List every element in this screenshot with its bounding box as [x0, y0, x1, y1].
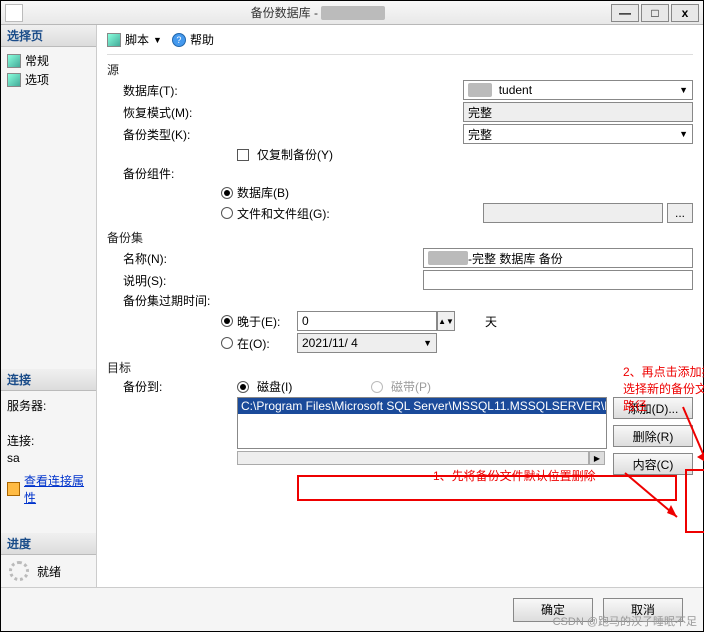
conn-value: sa — [3, 451, 94, 471]
sidebar-item-options[interactable]: 选项 — [3, 70, 94, 89]
script-button[interactable]: 脚本 ▼ — [107, 31, 162, 48]
disk-radio[interactable] — [237, 381, 249, 393]
page-icon — [7, 73, 21, 87]
chevron-down-icon: ▼ — [679, 129, 688, 139]
script-icon — [107, 33, 121, 47]
component-db-radio[interactable] — [221, 187, 233, 199]
expire-after-label: 晚于(E): — [237, 313, 297, 330]
fg-value — [483, 203, 663, 223]
minimize-button[interactable]: — — [611, 4, 639, 22]
tape-label: 磁带(P) — [391, 378, 431, 395]
component-fg-radio[interactable] — [221, 207, 233, 219]
desc-input[interactable] — [423, 270, 693, 290]
remove-button[interactable]: 删除(R) — [613, 425, 693, 447]
contents-button[interactable]: 内容(C) — [613, 453, 693, 475]
server-label: 服务器: — [3, 395, 94, 416]
backup-to-label: 备份到: — [107, 378, 237, 395]
sidebar: 选择页 常规 选项 连接 服务器: 连接: sa 查看连接属性 进度 — [1, 25, 97, 587]
title-bar: 备份数据库 - XXXXXXXX — □ x — [1, 1, 703, 25]
connection-header: 连接 — [1, 369, 96, 391]
expire-after-input[interactable]: 0 — [297, 311, 437, 331]
help-button[interactable]: ? 帮助 — [172, 31, 214, 48]
desc-label: 说明(S): — [107, 272, 237, 289]
expire-after-radio[interactable] — [221, 315, 233, 327]
component-label: 备份组件: — [107, 165, 221, 182]
maximize-button[interactable]: □ — [641, 4, 669, 22]
source-header: 源 — [107, 61, 693, 78]
database-select[interactable]: XXX tudent▼ — [463, 80, 693, 100]
expire-on-label: 在(O): — [237, 335, 297, 352]
backupset-header: 备份集 — [107, 229, 693, 246]
backup-type-label: 备份类型(K): — [107, 126, 237, 143]
add-button[interactable]: 添加(D)... — [613, 397, 693, 419]
expire-on-date[interactable]: 2021/11/ 4▼ — [297, 333, 437, 353]
spinner-up-down[interactable]: ▲▼ — [437, 311, 455, 331]
help-icon: ? — [172, 33, 186, 47]
dest-path-row[interactable]: C:\Program Files\Microsoft SQL Server\MS… — [238, 398, 606, 414]
chevron-down-icon: ▼ — [679, 85, 688, 95]
component-db-label: 数据库(B) — [237, 184, 289, 201]
page-icon — [7, 54, 21, 68]
sidebar-item-general[interactable]: 常规 — [3, 51, 94, 70]
fg-browse-button[interactable]: ... — [667, 203, 693, 223]
component-fg-label: 文件和文件组(G): — [237, 205, 483, 222]
window-title: 备份数据库 - XXXXXXXX — [27, 4, 609, 21]
expire-unit: 天 — [485, 313, 497, 330]
name-label: 名称(N): — [107, 250, 237, 267]
backup-type-select[interactable]: 完整▼ — [463, 124, 693, 144]
h-scrollbar[interactable] — [237, 451, 589, 465]
dest-list[interactable]: C:\Program Files\Microsoft SQL Server\MS… — [237, 397, 607, 449]
expire-label: 备份集过期时间: — [107, 292, 221, 309]
app-icon — [5, 4, 23, 22]
close-button[interactable]: x — [671, 4, 699, 22]
progress-header: 进度 — [1, 533, 96, 555]
toolbar: 脚本 ▼ ? 帮助 — [107, 29, 693, 55]
dropdown-icon: ▼ — [153, 35, 162, 45]
copy-only-label: 仅复制备份(Y) — [257, 146, 333, 163]
conn-label: 连接: — [3, 430, 94, 451]
expire-on-radio[interactable] — [221, 337, 233, 349]
view-conn-link[interactable]: 查看连接属性 — [3, 471, 94, 507]
select-page-header: 选择页 — [1, 25, 96, 47]
calendar-icon: ▼ — [423, 338, 432, 348]
tape-radio — [371, 381, 383, 393]
progress-spinner-icon — [9, 561, 29, 581]
link-icon — [7, 482, 20, 496]
progress-status: 就绪 — [37, 563, 61, 580]
recovery-label: 恢复模式(M): — [107, 104, 237, 121]
dest-header: 目标 — [107, 359, 693, 376]
disk-label: 磁盘(I) — [257, 378, 367, 395]
name-input[interactable]: XXXXX-完整 数据库 备份 — [423, 248, 693, 268]
database-label: 数据库(T): — [107, 82, 237, 99]
watermark: CSDN @跑马的汉子睡眠不足 — [553, 613, 697, 629]
copy-only-checkbox[interactable] — [237, 149, 249, 161]
title-redacted: XXXXXXXX — [321, 6, 385, 20]
recovery-value: 完整 — [463, 102, 693, 122]
main-panel: 脚本 ▼ ? 帮助 源 数据库(T): XXX tudent▼ 恢复模式(M):… — [97, 25, 703, 587]
scroll-arrow-right[interactable]: ▶ — [589, 451, 605, 465]
